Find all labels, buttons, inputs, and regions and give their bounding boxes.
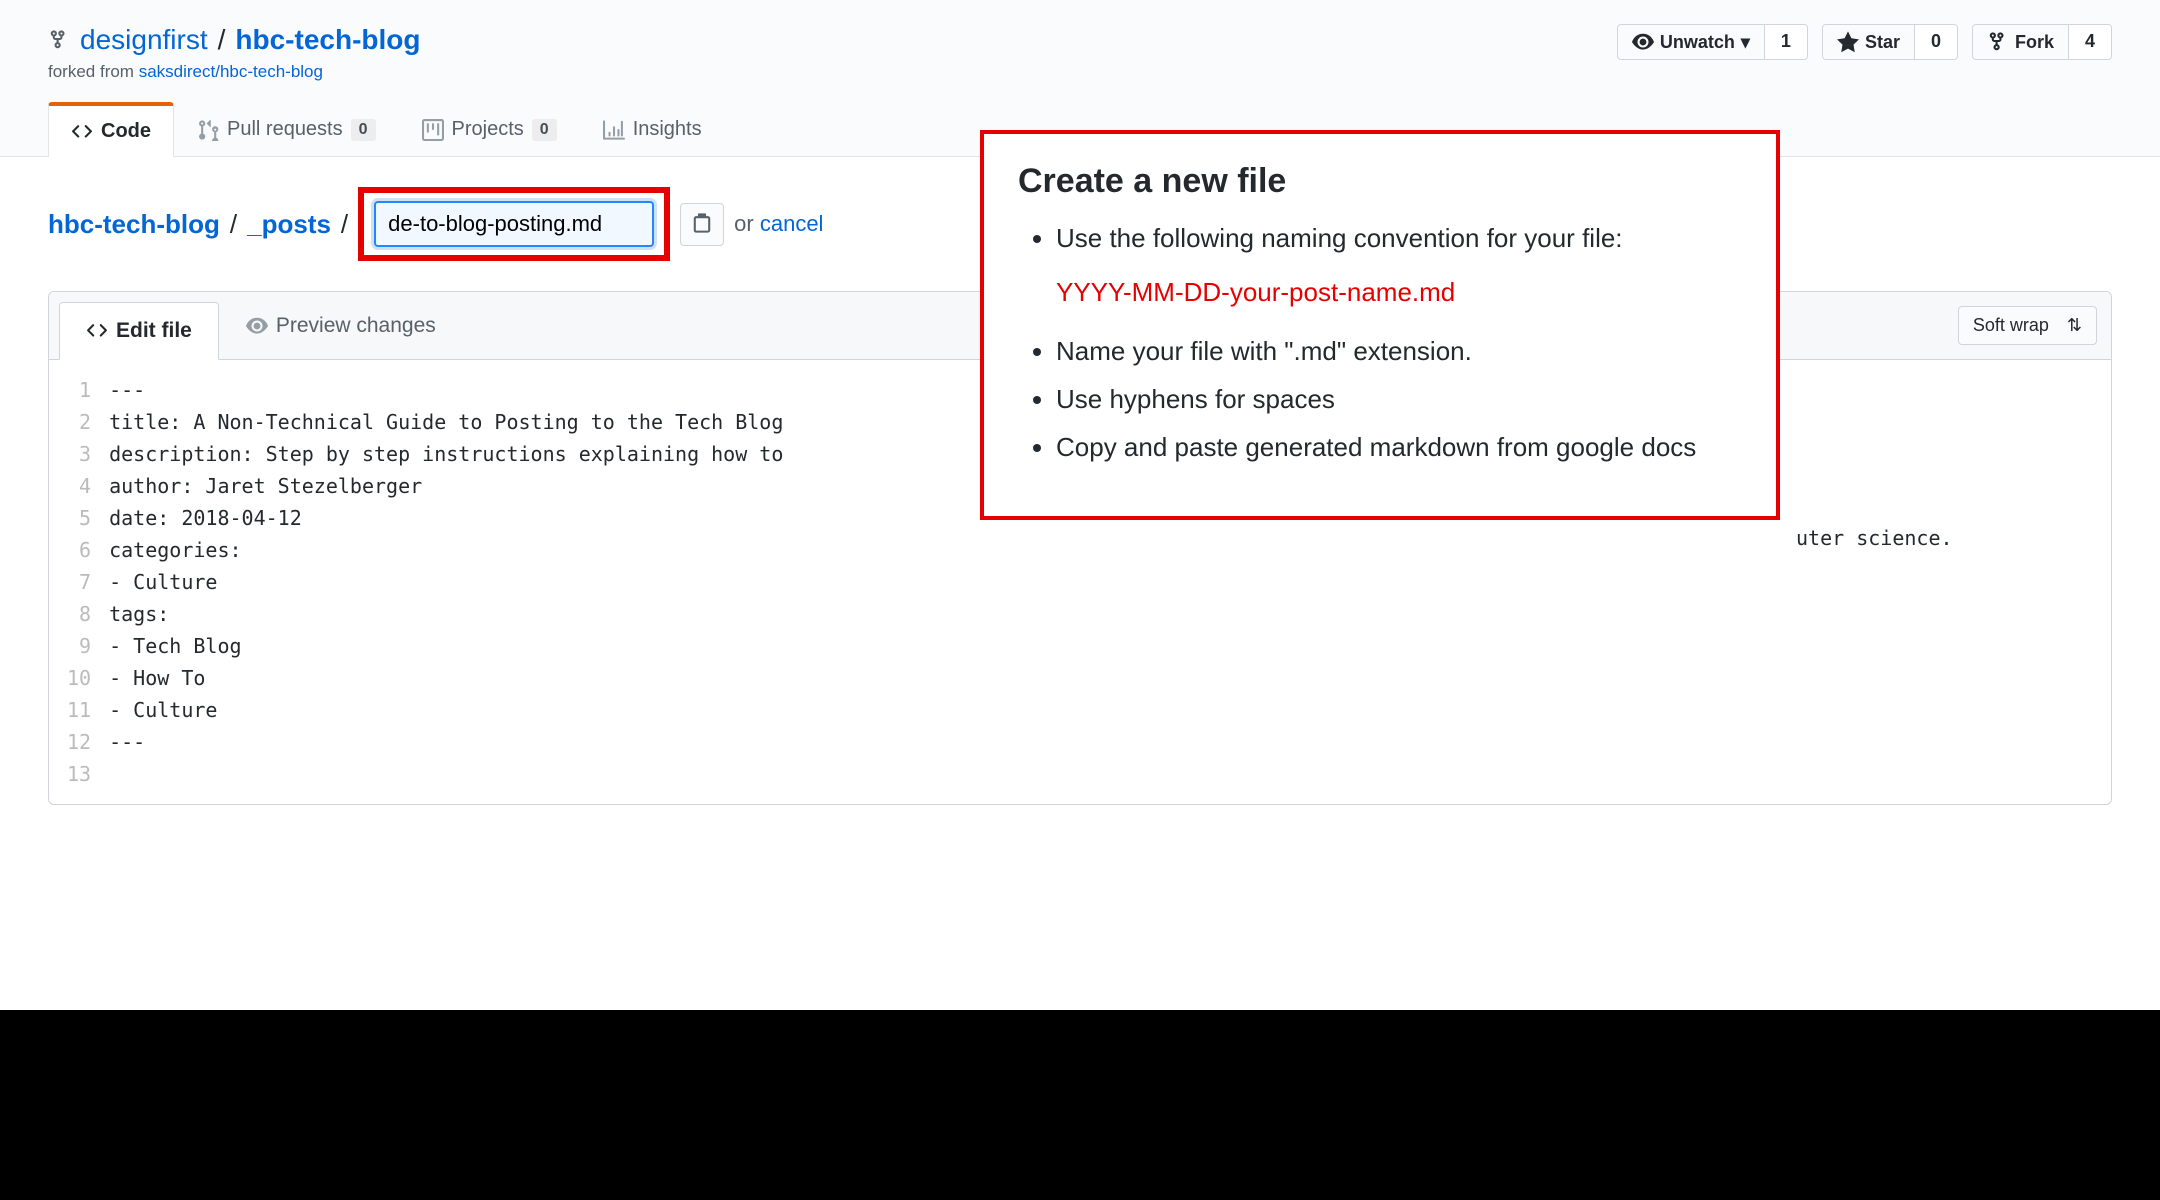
- star-icon: [1837, 31, 1859, 53]
- project-icon: [422, 119, 444, 141]
- or-cancel-text: or cancel: [734, 211, 823, 237]
- fork-icon: [1987, 31, 2009, 53]
- clipboard-button[interactable]: [680, 203, 724, 246]
- repo-action-buttons: Unwatch ▾ 1 Star 0 Fork: [1617, 24, 2112, 60]
- tab-insights[interactable]: Insights: [580, 102, 725, 156]
- eye-icon: [246, 315, 268, 337]
- annotation-overlay: Create a new file Use the following nami…: [980, 130, 1780, 520]
- wrap-select[interactable]: Soft wrap ⇅: [1958, 306, 2097, 345]
- repo-title: designfirst / hbc-tech-blog: [48, 24, 421, 56]
- tab-preview-changes[interactable]: Preview changes: [219, 292, 463, 359]
- filename-input[interactable]: [374, 201, 654, 247]
- eye-icon: [1632, 31, 1654, 53]
- fork-label: Fork: [2015, 32, 2054, 53]
- unwatch-label: Unwatch: [1660, 32, 1735, 53]
- forked-from-label: forked from: [48, 62, 139, 81]
- unwatch-button[interactable]: Unwatch ▾: [1618, 25, 1765, 59]
- tab-edit-file[interactable]: Edit file: [59, 302, 219, 360]
- graph-icon: [603, 119, 625, 141]
- cancel-link[interactable]: cancel: [760, 211, 824, 236]
- fork-count[interactable]: 4: [2069, 25, 2111, 59]
- tab-code[interactable]: Code: [48, 102, 174, 157]
- code-icon: [71, 121, 93, 143]
- repo-owner-link[interactable]: designfirst: [80, 24, 208, 56]
- overlay-bullet: Name your file with ".md" extension.: [1056, 332, 1742, 370]
- breadcrumb-folder[interactable]: _posts: [247, 209, 331, 240]
- overlay-convention: YYYY-MM-DD-your-post-name.md: [1056, 277, 1742, 308]
- projects-count: 0: [532, 119, 557, 141]
- watch-count[interactable]: 1: [1765, 25, 1807, 59]
- code-icon: [86, 320, 108, 342]
- trailing-code-fragment: uter science.: [1796, 526, 1953, 550]
- tab-pull-requests[interactable]: Pull requests 0: [174, 102, 399, 156]
- tab-projects-label: Projects: [452, 118, 524, 141]
- breadcrumb-root[interactable]: hbc-tech-blog: [48, 209, 220, 240]
- edit-file-label: Edit file: [116, 319, 192, 343]
- star-label: Star: [1865, 32, 1900, 53]
- preview-changes-label: Preview changes: [276, 314, 436, 338]
- tab-insights-label: Insights: [633, 118, 702, 141]
- caret-down-icon: ▾: [1741, 32, 1750, 53]
- tab-projects[interactable]: Projects 0: [399, 102, 580, 156]
- overlay-bullet: Copy and paste generated markdown from g…: [1056, 428, 1742, 466]
- breadcrumb-sep: /: [341, 209, 348, 240]
- overlay-title: Create a new file: [1018, 162, 1742, 201]
- star-count[interactable]: 0: [1915, 25, 1957, 59]
- fork-icon: [48, 29, 70, 51]
- tab-code-label: Code: [101, 120, 151, 143]
- wrap-label: Soft wrap: [1973, 315, 2049, 336]
- repo-name-link[interactable]: hbc-tech-blog: [235, 24, 420, 56]
- line-gutter: 12345678910111213: [49, 374, 109, 790]
- forked-from-link[interactable]: saksdirect/hbc-tech-blog: [139, 62, 323, 81]
- bottom-black-bar: [0, 1010, 2160, 1200]
- updown-icon: ⇅: [2067, 315, 2082, 336]
- overlay-bullet: Use hyphens for spaces: [1056, 380, 1742, 418]
- clipboard-icon: [691, 212, 713, 234]
- or-text: or: [734, 211, 754, 236]
- pr-count: 0: [351, 119, 376, 141]
- fork-info: forked from saksdirect/hbc-tech-blog: [48, 62, 421, 82]
- breadcrumb-sep: /: [230, 209, 237, 240]
- filename-highlight-box: [358, 187, 670, 261]
- pull-request-icon: [197, 119, 219, 141]
- overlay-bullet: Use the following naming convention for …: [1056, 219, 1742, 257]
- fork-button[interactable]: Fork: [1973, 25, 2069, 59]
- star-button[interactable]: Star: [1823, 25, 1915, 59]
- tab-pr-label: Pull requests: [227, 118, 343, 141]
